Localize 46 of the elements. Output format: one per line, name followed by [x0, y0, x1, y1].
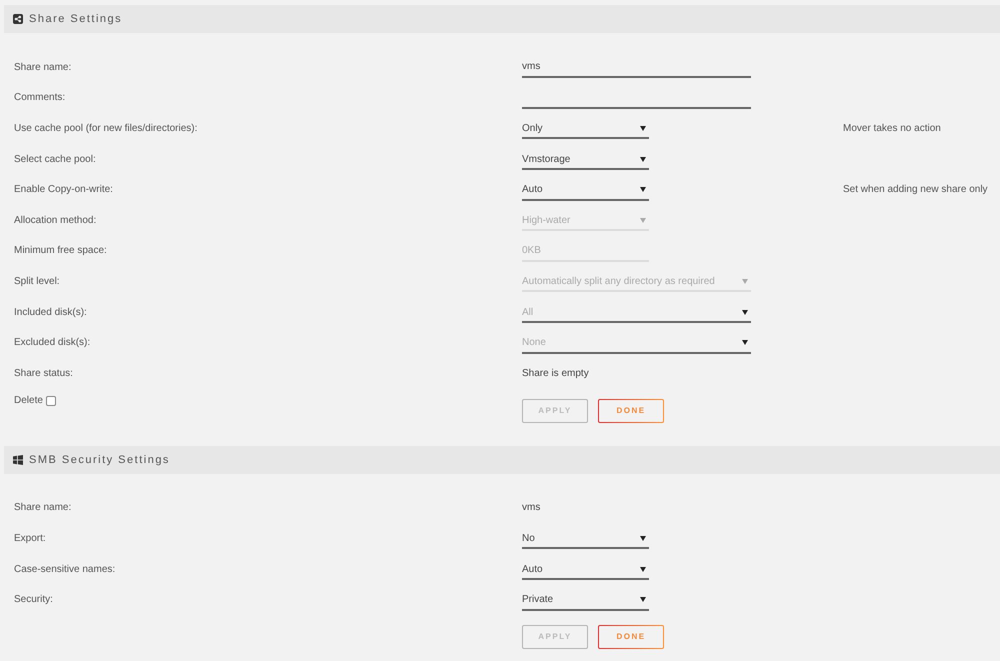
share-icon	[13, 14, 23, 24]
select-field[interactable]: Auto	[522, 558, 649, 580]
select-field[interactable]: All	[522, 301, 751, 324]
field-label: Delete	[14, 395, 43, 406]
caret-icon	[742, 310, 748, 315]
select-field[interactable]: None	[522, 332, 751, 354]
caret-icon	[742, 340, 748, 346]
text-field[interactable]: vms	[522, 56, 751, 78]
select-field[interactable]: Vmstorage	[522, 148, 649, 170]
field-value: vms	[522, 502, 540, 514]
caret-icon	[640, 566, 646, 572]
action-button[interactable]: DONE	[598, 624, 664, 649]
field-label: Security:	[14, 594, 53, 606]
field-label: Use cache pool (for new files/directories):	[14, 122, 198, 134]
caret-icon	[742, 278, 748, 284]
field-label: Share name:	[14, 502, 72, 514]
field-label: Allocation method:	[14, 214, 96, 226]
caret-icon	[640, 156, 646, 162]
field-label: Included disk(s):	[14, 306, 87, 318]
windows-icon	[13, 454, 23, 465]
help-text: Mover takes no action	[843, 122, 941, 134]
caret-icon	[640, 187, 646, 192]
field-label: Select cache pool:	[14, 154, 96, 165]
section-title: Share Settings	[29, 13, 122, 25]
field-label: Enable Copy-on-write:	[14, 184, 113, 196]
select-field[interactable]: No	[522, 527, 649, 550]
action-button[interactable]: DONE	[598, 398, 664, 423]
select-field[interactable]: Private	[522, 588, 649, 611]
select-field[interactable]: Only	[522, 117, 649, 140]
caret-icon	[640, 126, 646, 131]
caret-icon	[640, 218, 646, 223]
checkbox[interactable]	[46, 396, 56, 406]
field-label: Comments:	[14, 92, 66, 104]
section-title: SMB Security Settings	[29, 454, 170, 466]
field-value: Share is empty	[522, 368, 589, 379]
field-label: Minimum free space:	[14, 245, 107, 256]
field-label: Excluded disk(s):	[14, 337, 90, 348]
field-label: Share name:	[14, 62, 72, 73]
field-label: Case-sensitive names:	[14, 564, 116, 575]
caret-icon	[640, 536, 646, 541]
field-label: Export:	[14, 532, 46, 544]
select-field[interactable]: Auto	[522, 178, 649, 201]
caret-icon	[640, 597, 646, 602]
help-text: Set when adding new share only	[843, 184, 988, 196]
field-label: Split level:	[14, 276, 60, 287]
field-label: Share status:	[14, 368, 73, 379]
